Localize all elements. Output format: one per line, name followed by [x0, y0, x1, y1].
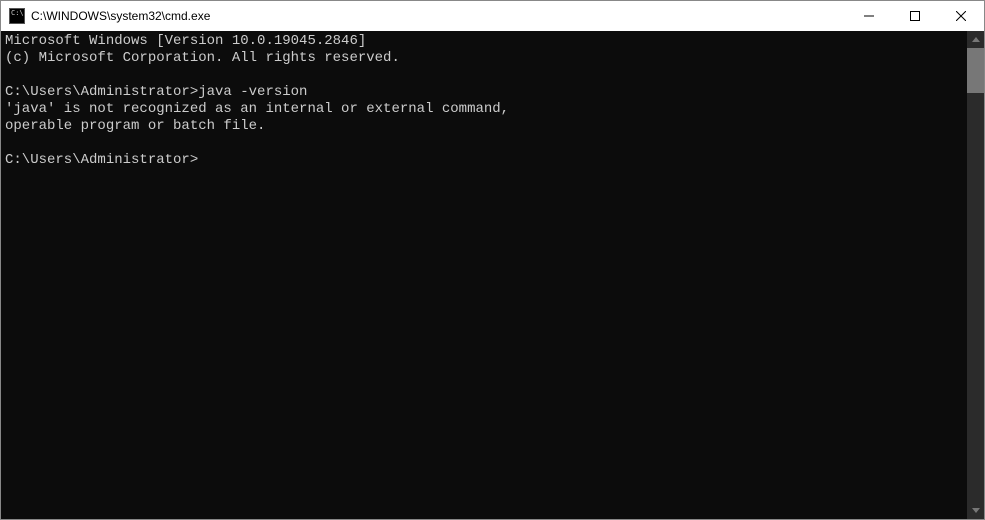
terminal-output[interactable]: Microsoft Windows [Version 10.0.19045.28… [1, 31, 967, 519]
close-button[interactable] [938, 1, 984, 31]
scrollbar-thumb[interactable] [967, 48, 984, 93]
window-controls [846, 1, 984, 31]
scroll-up-arrow-icon[interactable] [967, 31, 984, 48]
titlebar[interactable]: C:\WINDOWS\system32\cmd.exe [1, 1, 984, 31]
cmd-window: C:\WINDOWS\system32\cmd.exe Microsoft Wi [0, 0, 985, 520]
maximize-icon [910, 11, 920, 21]
minimize-button[interactable] [846, 1, 892, 31]
scroll-down-arrow-icon[interactable] [967, 502, 984, 519]
window-title: C:\WINDOWS\system32\cmd.exe [31, 9, 846, 23]
content-area: Microsoft Windows [Version 10.0.19045.28… [1, 31, 984, 519]
maximize-button[interactable] [892, 1, 938, 31]
vertical-scrollbar[interactable] [967, 31, 984, 519]
minimize-icon [864, 11, 874, 21]
close-icon [956, 11, 966, 21]
cmd-icon [9, 8, 25, 24]
